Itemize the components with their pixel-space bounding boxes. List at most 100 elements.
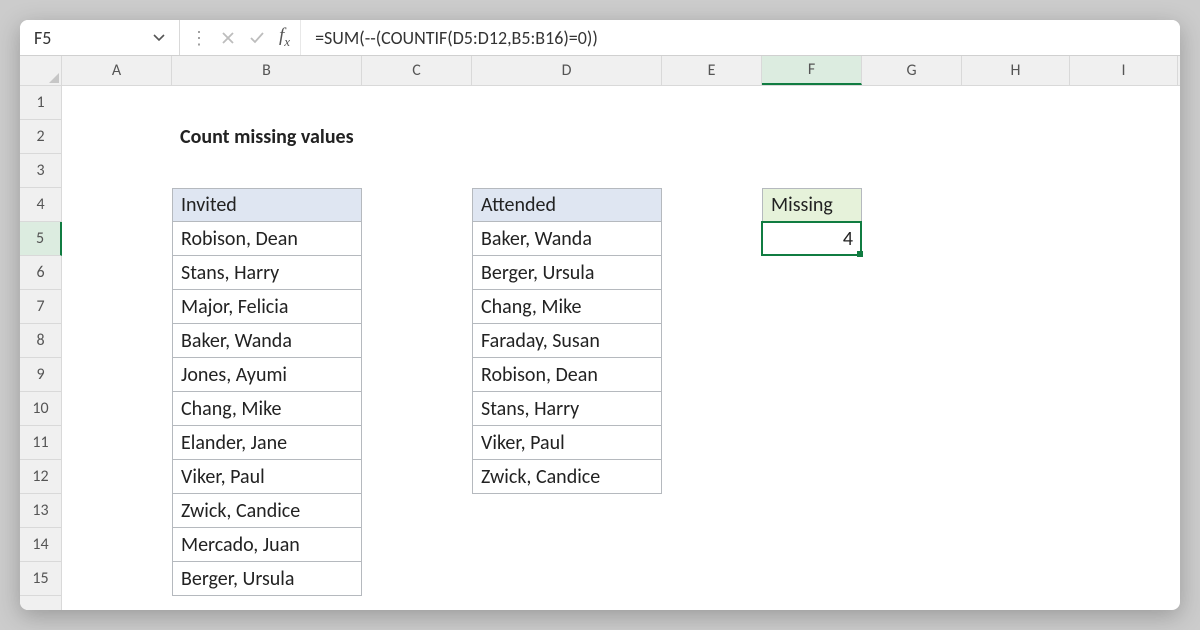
- cell-H2[interactable]: [962, 120, 1070, 154]
- cell-H8[interactable]: [962, 324, 1070, 358]
- cell-E11[interactable]: [662, 426, 762, 460]
- cell-A8[interactable]: [62, 324, 172, 358]
- cell-F15[interactable]: [762, 562, 862, 596]
- cell-A13[interactable]: [62, 494, 172, 528]
- cell-C4[interactable]: [362, 188, 472, 222]
- cell-F3[interactable]: [762, 154, 862, 188]
- cell-C9[interactable]: [362, 358, 472, 392]
- row-header-7[interactable]: 7: [20, 290, 61, 324]
- cell-D15[interactable]: [472, 562, 662, 596]
- cell-A14[interactable]: [62, 528, 172, 562]
- cell-B5[interactable]: Robison, Dean: [172, 222, 362, 256]
- cell-B9[interactable]: Jones, Ayumi: [172, 358, 362, 392]
- column-header-C[interactable]: C: [362, 56, 472, 85]
- row-header-10[interactable]: 10: [20, 392, 61, 426]
- cell-D9[interactable]: Robison, Dean: [472, 358, 662, 392]
- cell-A5[interactable]: [62, 222, 172, 256]
- cell-H6[interactable]: [962, 256, 1070, 290]
- cell-H14[interactable]: [962, 528, 1070, 562]
- cell-G9[interactable]: [862, 358, 962, 392]
- cell-C7[interactable]: [362, 290, 472, 324]
- column-header-D[interactable]: D: [472, 56, 662, 85]
- cell-E9[interactable]: [662, 358, 762, 392]
- cell-G3[interactable]: [862, 154, 962, 188]
- cell-I15[interactable]: [1070, 562, 1178, 596]
- cell-A4[interactable]: [62, 188, 172, 222]
- cell-F9[interactable]: [762, 358, 862, 392]
- cell-A9[interactable]: [62, 358, 172, 392]
- cell-B1[interactable]: [172, 86, 362, 120]
- cell-C1[interactable]: [362, 86, 472, 120]
- cell-C3[interactable]: [362, 154, 472, 188]
- row-header-15[interactable]: 15: [20, 562, 61, 596]
- cell-B6[interactable]: Stans, Harry: [172, 256, 362, 290]
- row-header-2[interactable]: 2: [20, 120, 61, 154]
- cell-E1[interactable]: [662, 86, 762, 120]
- cell-D3[interactable]: [472, 154, 662, 188]
- cell-G13[interactable]: [862, 494, 962, 528]
- cell-E14[interactable]: [662, 528, 762, 562]
- cell-H10[interactable]: [962, 392, 1070, 426]
- cell-H13[interactable]: [962, 494, 1070, 528]
- column-header-I[interactable]: I: [1070, 56, 1178, 85]
- cell-D13[interactable]: [472, 494, 662, 528]
- row-header-11[interactable]: 11: [20, 426, 61, 460]
- sheet[interactable]: Count missing valuesInvitedAttendedMissi…: [62, 86, 1180, 610]
- column-header-H[interactable]: H: [962, 56, 1070, 85]
- cell-A12[interactable]: [62, 460, 172, 494]
- row-header-9[interactable]: 9: [20, 358, 61, 392]
- cell-D1[interactable]: [472, 86, 662, 120]
- cell-D14[interactable]: [472, 528, 662, 562]
- cell-A6[interactable]: [62, 256, 172, 290]
- cell-G8[interactable]: [862, 324, 962, 358]
- cell-C15[interactable]: [362, 562, 472, 596]
- cell-I3[interactable]: [1070, 154, 1178, 188]
- cell-I7[interactable]: [1070, 290, 1178, 324]
- cell-H3[interactable]: [962, 154, 1070, 188]
- cell-I13[interactable]: [1070, 494, 1178, 528]
- cell-G15[interactable]: [862, 562, 962, 596]
- cell-E15[interactable]: [662, 562, 762, 596]
- cell-B14[interactable]: Mercado, Juan: [172, 528, 362, 562]
- row-header-5[interactable]: 5: [20, 222, 62, 256]
- cell-E5[interactable]: [662, 222, 762, 256]
- cell-E7[interactable]: [662, 290, 762, 324]
- cell-F8[interactable]: [762, 324, 862, 358]
- cell-D7[interactable]: Chang, Mike: [472, 290, 662, 324]
- cell-E10[interactable]: [662, 392, 762, 426]
- cell-I4[interactable]: [1070, 188, 1178, 222]
- cell-E6[interactable]: [662, 256, 762, 290]
- enter-icon[interactable]: [249, 31, 265, 45]
- cell-C10[interactable]: [362, 392, 472, 426]
- cell-B4[interactable]: Invited: [172, 188, 362, 222]
- cell-B12[interactable]: Viker, Paul: [172, 460, 362, 494]
- more-icon[interactable]: ⋮: [190, 27, 207, 49]
- cell-H5[interactable]: [962, 222, 1070, 256]
- cell-I9[interactable]: [1070, 358, 1178, 392]
- cell-H1[interactable]: [962, 86, 1070, 120]
- cell-F10[interactable]: [762, 392, 862, 426]
- cell-D8[interactable]: Faraday, Susan: [472, 324, 662, 358]
- cell-D12[interactable]: Zwick, Candice: [472, 460, 662, 494]
- cell-G4[interactable]: [862, 188, 962, 222]
- cell-I11[interactable]: [1070, 426, 1178, 460]
- cell-C14[interactable]: [362, 528, 472, 562]
- cell-C8[interactable]: [362, 324, 472, 358]
- row-header-14[interactable]: 14: [20, 528, 61, 562]
- cell-I8[interactable]: [1070, 324, 1178, 358]
- cell-G12[interactable]: [862, 460, 962, 494]
- cell-H7[interactable]: [962, 290, 1070, 324]
- cell-E8[interactable]: [662, 324, 762, 358]
- cell-D6[interactable]: Berger, Ursula: [472, 256, 662, 290]
- column-header-G[interactable]: G: [862, 56, 962, 85]
- cell-I5[interactable]: [1070, 222, 1178, 256]
- row-header-4[interactable]: 4: [20, 188, 61, 222]
- cell-H4[interactable]: [962, 188, 1070, 222]
- cell-B2[interactable]: Count missing values: [172, 120, 472, 154]
- cell-B11[interactable]: Elander, Jane: [172, 426, 362, 460]
- cell-G2[interactable]: [862, 120, 962, 154]
- cell-A7[interactable]: [62, 290, 172, 324]
- select-all-corner[interactable]: [20, 56, 62, 85]
- cell-F12[interactable]: [762, 460, 862, 494]
- cell-G5[interactable]: [862, 222, 962, 256]
